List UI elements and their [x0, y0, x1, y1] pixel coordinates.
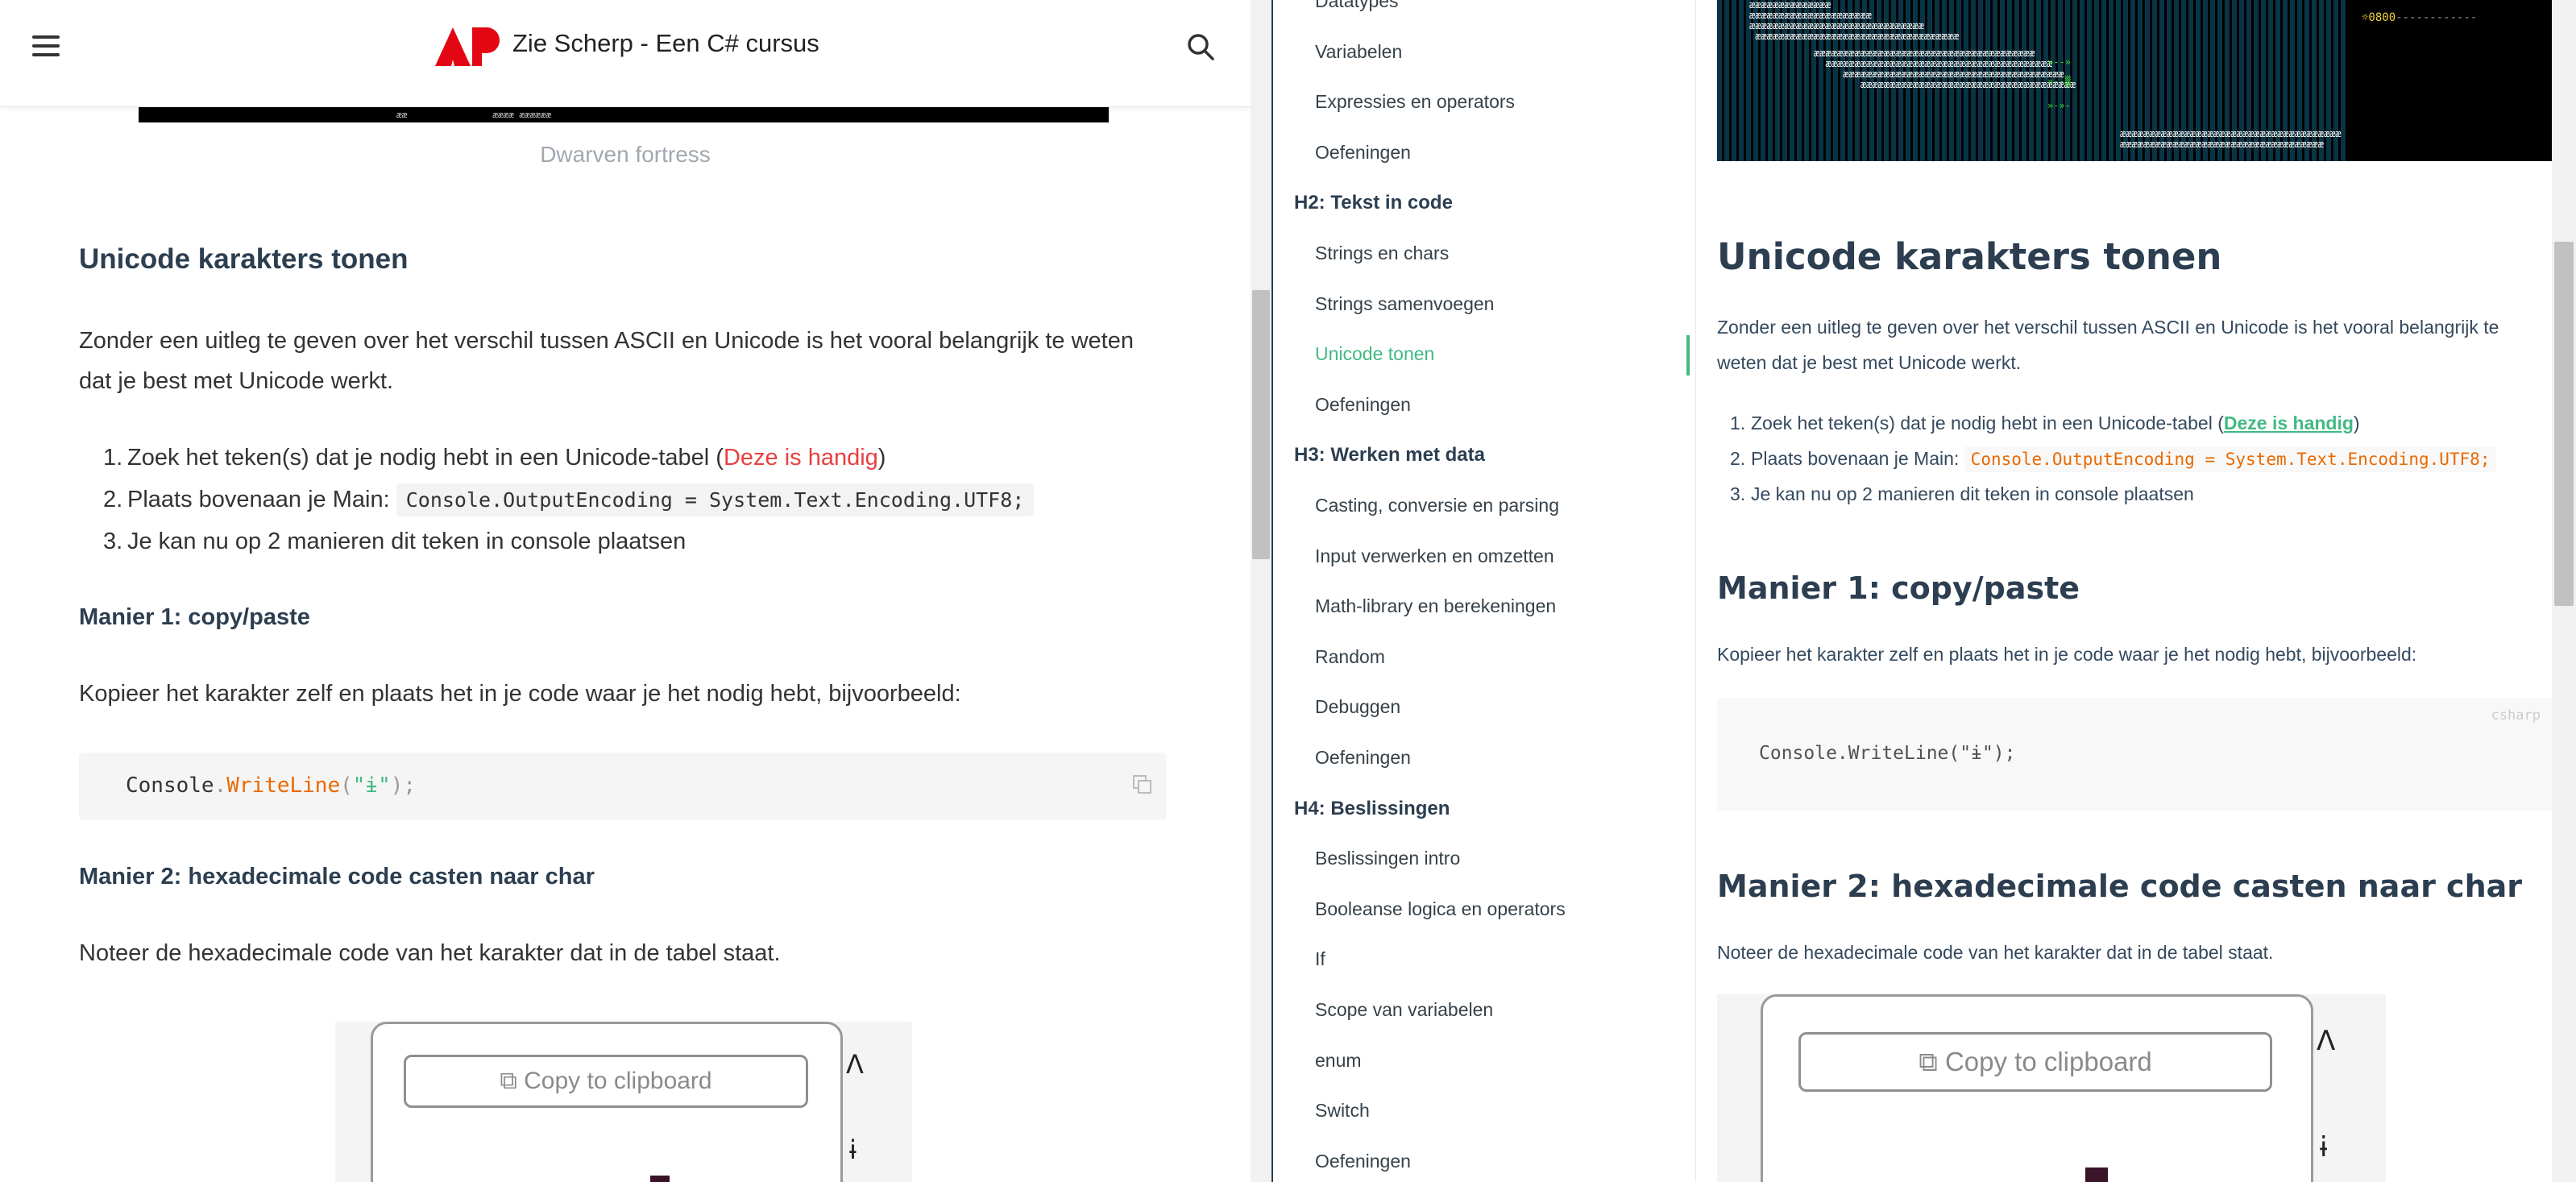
list-item: 1. Zoek het teken(s) dat je nodig hebt in…	[1730, 413, 2360, 433]
dwarf-fortress-image: ææ ææææ ææææææ	[139, 106, 1109, 122]
sidebar-item-oefeningen[interactable]: Oefeningen	[1315, 142, 1411, 164]
list-item: 3. Je kan nu op 2 manieren dit teken in c…	[1730, 483, 2194, 504]
sidebar-item-booleanse-logica-en-operators[interactable]: Booleanse logica en operators	[1315, 898, 1566, 920]
character-preview	[2085, 1167, 2108, 1182]
subheading-manier-1: Manier 1: copy/paste	[79, 604, 310, 630]
df-green-text: »--»	[2047, 56, 2071, 68]
sidebar-section-h4-beslissingen[interactable]: H4: Beslissingen	[1294, 798, 1450, 820]
sidebar-item-random[interactable]: Random	[1315, 646, 1385, 668]
unicode-table-screenshot: ⧉ Copy to clipboard Λ ɨ	[1717, 994, 2386, 1182]
sidebar-item-oefeningen[interactable]: Oefeningen	[1315, 394, 1411, 416]
list-item: 3. Je kan nu op 2 manieren dit teken in c…	[103, 529, 687, 554]
code-line: Console.WriteLine("ɨ");	[126, 773, 417, 798]
sidebar-item-enum[interactable]: enum	[1315, 1050, 1362, 1072]
sidebar-item-math-library-en-berekeningen[interactable]: Math-library en berekeningen	[1315, 595, 1556, 617]
manier-2-paragraph: Noteer de hexadecimale code van het kara…	[1717, 942, 2274, 963]
image-caption: Dwarven fortress	[540, 142, 711, 167]
sidebar-item-beslissingen-intro[interactable]: Beslissingen intro	[1315, 848, 1460, 869]
df-strip-text: ææ ææææ ææææææ	[396, 110, 552, 120]
character-popup: ⧉ Copy to clipboard	[1761, 994, 2313, 1182]
active-item-marker	[1686, 335, 1690, 375]
code-language-label: csharp	[2491, 707, 2541, 724]
sidebar-section-h2-tekst-in-code[interactable]: H2: Tekst in code	[1294, 192, 1453, 214]
code-block: csharp Console.WriteLine("ɨ");	[1717, 698, 2552, 811]
unicode-table-screenshot: ⧉ Copy to clipboard Λ ɨ	[335, 1022, 912, 1182]
manier-1-paragraph: Kopieer het karakter zelf en plaats het …	[1717, 644, 2417, 665]
inline-code: Console.OutputEncoding = System.Text.Enc…	[1964, 446, 2497, 472]
sidebar-item-strings-en-chars[interactable]: Strings en chars	[1315, 243, 1449, 264]
sidebar-item-casting-conversie-en-parsing[interactable]: Casting, conversie en parsing	[1315, 495, 1559, 516]
df-green-text: »-»-	[2047, 100, 2071, 111]
left-scrollbar-thumb[interactable]	[1252, 290, 1270, 559]
right-pane: ææææææææææææææ æææææææææææææææææææææ æææ…	[1696, 0, 2552, 1182]
unicode-table-link[interactable]: Deze is handig	[724, 445, 878, 471]
list-item: 2. Plaats bovenaan je Main: Console.Outpu…	[103, 483, 1035, 516]
sidebar-item-strings-samenvoegen[interactable]: Strings samenvoegen	[1315, 293, 1494, 315]
section-heading: Unicode karakters tonen	[1717, 235, 2222, 278]
manier-1-paragraph: Kopieer het karakter zelf en plaats het …	[79, 681, 961, 707]
manier-2-paragraph: Noteer de hexadecimale code van het kara…	[79, 940, 781, 966]
character-preview	[650, 1176, 670, 1182]
subheading-manier-2: Manier 2: hexadecimale code casten naar …	[1717, 869, 2523, 904]
table-glyph: Λ	[846, 1049, 864, 1080]
dwarf-fortress-image: ææææææææææææææ æææææææææææææææææææææ æææ…	[1717, 0, 2552, 161]
site-title[interactable]: Zie Scherp - Een C# cursus	[512, 29, 819, 58]
code-block: Console.WriteLine("ɨ");	[79, 753, 1167, 820]
left-pane: Zie Scherp - Een C# cursus ææ ææææ æææææ…	[0, 0, 1251, 1182]
sidebar-item-debuggen[interactable]: Debuggen	[1315, 696, 1400, 718]
sidebar-item-scope-van-variabelen[interactable]: Scope van variabelen	[1315, 999, 1493, 1021]
ap-logo-icon[interactable]	[435, 27, 500, 66]
menu-icon[interactable]	[32, 35, 60, 56]
subheading-manier-1: Manier 1: copy/paste	[1717, 570, 2080, 606]
section-heading: Unicode karakters tonen	[79, 243, 409, 275]
copy-to-clipboard-button[interactable]: ⧉ Copy to clipboard	[404, 1055, 808, 1108]
sidebar-item-expressies-en-operators[interactable]: Expressies en operators	[1315, 91, 1515, 113]
intro-paragraph: Zonder een uitleg te geven over het vers…	[1717, 317, 2499, 373]
sidebar-item-oefeningen[interactable]: Oefeningen	[1315, 747, 1411, 769]
copy-icon[interactable]	[1131, 773, 1154, 796]
sidebar-item-oefeningen[interactable]: Oefeningen	[1315, 1151, 1411, 1172]
search-icon[interactable]	[1184, 31, 1217, 63]
sidebar-item-variabelen[interactable]: Variabelen	[1315, 41, 1402, 63]
table-glyph: Λ	[2317, 1025, 2336, 1057]
sidebar-item-input-verwerken-en-omzetten[interactable]: Input verwerken en omzetten	[1315, 545, 1554, 567]
site-header: Zie Scherp - Een C# cursus	[0, 0, 1251, 107]
inline-code: Console.OutputEncoding = System.Text.Enc…	[396, 483, 1035, 516]
right-scrollbar-thumb[interactable]	[2554, 242, 2574, 606]
code-line: Console.WriteLine("ɨ");	[1759, 743, 2016, 764]
df-green-text: »--▒	[2047, 76, 2071, 87]
list-item: 2. Plaats bovenaan je Main: Console.Outpu…	[1730, 446, 2497, 472]
sidebar-item-if[interactable]: If	[1315, 948, 1325, 970]
sidebar-item-switch[interactable]: Switch	[1315, 1100, 1370, 1122]
sidebar-item-datatypes[interactable]: Datatypes	[1315, 0, 1399, 12]
unicode-table-link[interactable]: Deze is handig	[2224, 413, 2354, 433]
subheading-manier-2: Manier 2: hexadecimale code casten naar …	[79, 864, 595, 890]
intro-paragraph: Zonder een uitleg te geven over het vers…	[79, 328, 1134, 394]
character-popup: ⧉ Copy to clipboard	[371, 1022, 843, 1182]
table-glyph: ɨ	[849, 1134, 857, 1165]
sidebar-section-h3-werken-met-data[interactable]: H3: Werken met data	[1294, 444, 1485, 467]
table-glyph: ɨ	[2320, 1131, 2328, 1163]
sidebar-item-unicode-tonen[interactable]: Unicode tonen	[1315, 343, 1434, 365]
copy-to-clipboard-button[interactable]: ⧉ Copy to clipboard	[1798, 1032, 2272, 1092]
list-item: 1. Zoek het teken(s) dat je nodig hebt in…	[103, 445, 886, 471]
df-status-bar: ☼0800------------	[2362, 11, 2478, 24]
left-scrollbar[interactable]	[1251, 0, 1271, 1182]
sidebar-nav: Datatypes Variabelen Expressies en operato…	[1273, 0, 1696, 1182]
